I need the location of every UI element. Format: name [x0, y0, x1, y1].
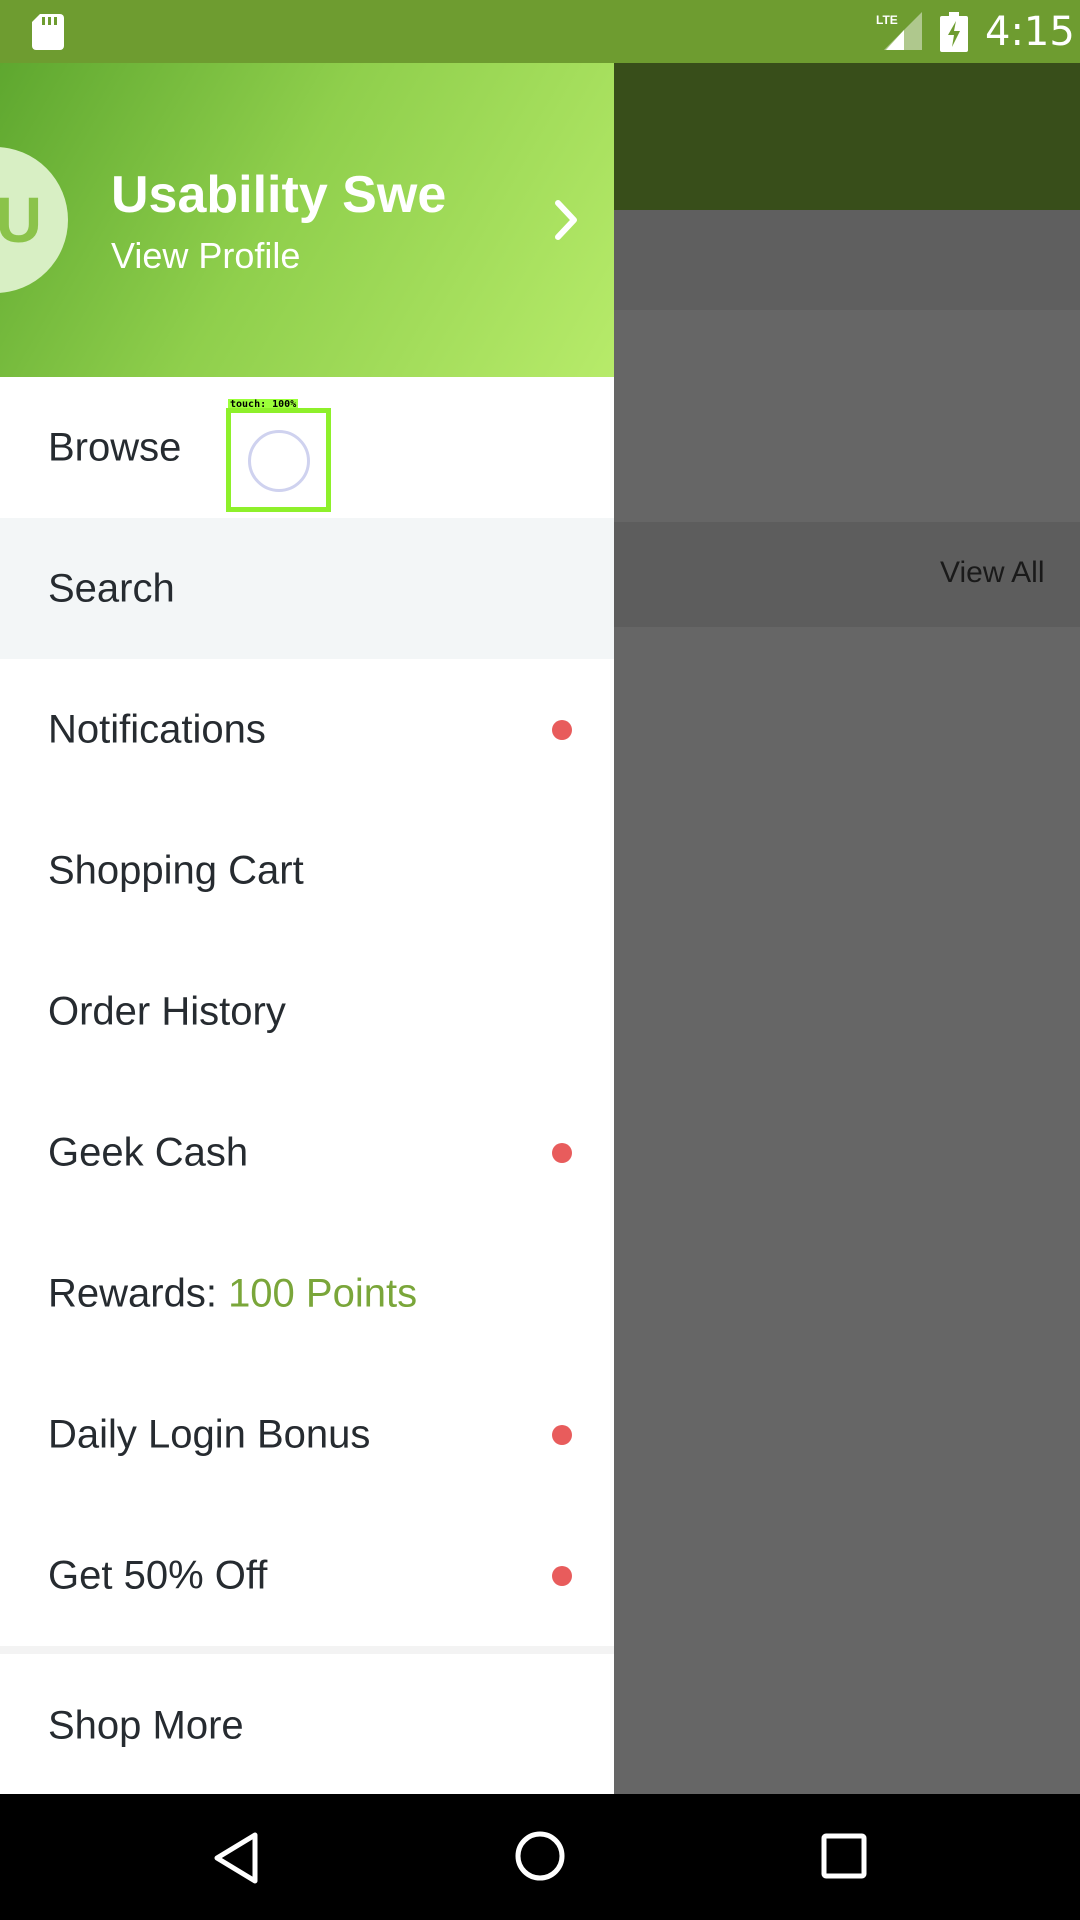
drawer-menu: Browse Search Notifications Shopping Car… — [0, 377, 614, 1794]
system-nav-bar — [0, 1794, 1080, 1920]
sd-card-icon — [32, 14, 64, 50]
notification-badge — [552, 1565, 572, 1586]
avatar[interactable]: U — [0, 147, 68, 293]
menu-item-rewards[interactable]: Rewards: 100 Points — [0, 1223, 614, 1364]
menu-item-label: Search — [48, 566, 175, 610]
notification-badge — [552, 719, 572, 740]
network-label: LTE — [876, 13, 898, 27]
status-clock: 4:15 — [985, 9, 1075, 55]
background-app-bar — [614, 63, 1080, 210]
recent-apps-icon[interactable] — [820, 1832, 868, 1880]
menu-item-geek-cash[interactable]: Geek Cash — [0, 1082, 614, 1223]
menu-item-label: Daily Login Bonus — [48, 1412, 371, 1456]
touch-indicator-circle — [248, 430, 310, 492]
menu-item-get-50-off[interactable]: Get 50% Off — [0, 1505, 614, 1646]
menu-item-label: Geek Cash — [48, 1130, 249, 1174]
rewards-points: 100 Points — [228, 1271, 418, 1315]
lte-signal-icon: LTE — [876, 12, 922, 50]
view-all-link[interactable]: View All — [940, 556, 1045, 590]
battery-charging-icon — [940, 12, 968, 52]
chevron-right-icon[interactable] — [552, 197, 582, 243]
notification-badge — [552, 1142, 572, 1163]
menu-item-label: Order History — [48, 989, 286, 1033]
menu-item-label: Get 50% Off — [48, 1553, 268, 1597]
menu-item-daily-login-bonus[interactable]: Daily Login Bonus — [0, 1364, 614, 1505]
view-profile-link[interactable]: View Profile — [111, 235, 300, 277]
rewards-label: Rewards: — [48, 1271, 229, 1315]
menu-item-shopping-cart[interactable]: Shopping Cart — [0, 800, 614, 941]
drawer-header[interactable]: U Usability Swe View Profile — [0, 63, 614, 377]
menu-item-label: Shopping Cart — [48, 848, 304, 892]
menu-item-label: Notifications — [48, 707, 266, 751]
menu-item-label: Browse — [48, 425, 182, 469]
back-icon[interactable] — [211, 1830, 261, 1886]
user-name: Usability Swe — [111, 166, 447, 224]
menu-divider — [0, 1646, 614, 1654]
background-band — [614, 310, 1080, 522]
home-icon[interactable] — [514, 1830, 566, 1882]
status-bar: LTE 4:15 — [0, 0, 1080, 63]
menu-item-order-history[interactable]: Order History — [0, 941, 614, 1082]
background-band — [614, 210, 1080, 310]
navigation-drawer: U Usability Swe View Profile Browse Sear… — [0, 63, 614, 1794]
menu-item-search[interactable]: Search — [0, 518, 614, 659]
menu-item-notifications[interactable]: Notifications — [0, 659, 614, 800]
menu-item-label: Shop More — [48, 1703, 244, 1748]
menu-item-label: Rewards: 100 Points — [48, 1271, 417, 1316]
notification-badge — [552, 1424, 572, 1445]
menu-item-shop-more[interactable]: Shop More — [0, 1654, 614, 1794]
